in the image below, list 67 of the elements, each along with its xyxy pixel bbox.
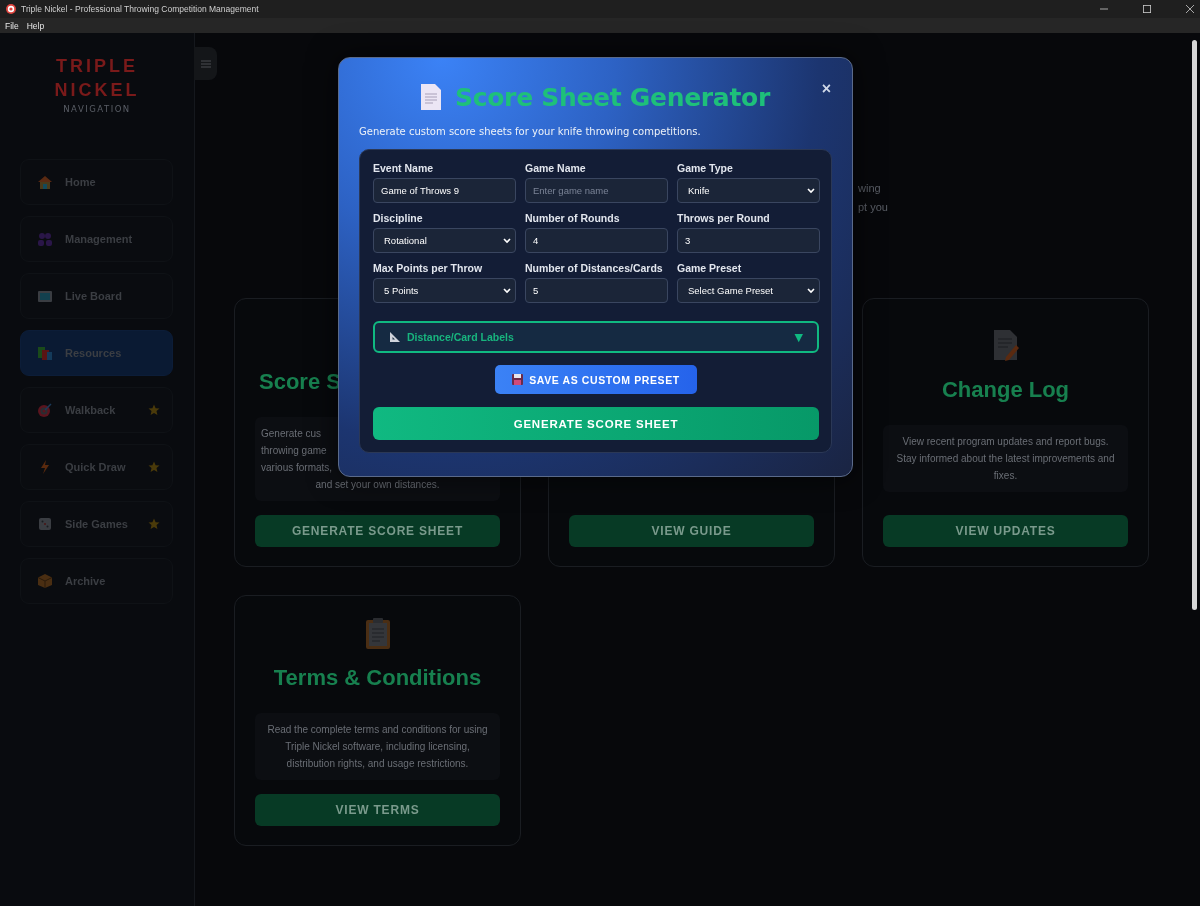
card-description: Read the complete terms and conditions for using Triple Nickel software, including licensing, distribution rights, and usage restrictions. [266,723,489,771]
card-title: Terms & Conditions [273,665,482,691]
menu-icon [200,59,211,68]
people-icon [37,231,53,247]
dropdown-field[interactable]: Select Game Preset [677,278,820,303]
input-field[interactable]: Enter game name [525,178,668,203]
generate-button[interactable]: GENERATE SCORE SHEET [373,407,819,440]
scrollbar-thumb[interactable] [1191,40,1197,610]
intro-text: pt you [858,200,889,215]
field-label: Number of Distances/Cards [525,262,664,275]
field-label: Game Type [677,162,734,175]
dropdown-field[interactable]: Rotational [373,228,516,253]
menu-item[interactable]: File [5,20,19,31]
triangle-ruler-icon [389,331,401,343]
field-label: Event Name [373,162,435,175]
input-field[interactable]: 3 [677,228,820,253]
target-icon [37,402,53,418]
card-description: and set your own distances. [314,477,441,492]
tv-icon [37,288,53,304]
dice-icon [37,516,53,532]
chevron-down-icon [503,237,511,244]
minimize-icon[interactable] [1100,5,1108,13]
expand-arrow: ▼ [794,330,803,344]
dialog-title: Score Sheet Generator [455,82,770,112]
document-icon [421,84,441,110]
card-description: Generate cus [261,426,323,441]
field-label: Throws per Round [677,212,771,225]
save-preset-button[interactable]: SAVE AS CUSTOM PRESET [495,365,697,394]
input-field[interactable]: Game of Throws 9 [373,178,516,203]
field-label: Max Points per Throw [373,262,484,275]
card-description: throwing game [261,443,328,458]
home-icon [37,174,53,190]
menu-item[interactable]: Help [26,20,45,31]
chevron-down-icon [503,287,511,294]
books-icon [37,345,53,361]
field-label: Discipline [373,212,424,225]
collapsible-header[interactable]: Distance/Card Labels ▼ [373,321,819,353]
logo-text: TRIPLE [56,55,138,78]
dialog-subtitle: Generate custom score sheets for your knife throwing competitions. [359,126,702,137]
field-label: Game Name [525,162,587,175]
intro-text: wing [858,181,882,196]
document-pencil-icon [991,329,1020,361]
card-description: View recent program updates and report bugs. Stay informed about the latest improvements and fixes. [895,435,1116,483]
box-icon [37,573,53,589]
card-title: Change Log [941,377,1070,403]
card-button[interactable]: VIEW TERMS [255,794,500,826]
close-button[interactable]: × [819,81,833,97]
card-button[interactable]: VIEW GUIDE [569,515,814,547]
sidebar-subtitle: NAVIGATION [63,104,131,114]
dropdown-field[interactable]: 5 Points [373,278,516,303]
input-field[interactable]: 5 [525,278,668,303]
window-title: Triple Nickel - Professional Throwing Competition Management [21,4,259,14]
field-label: Game Preset [677,262,743,275]
clipboard-icon [364,617,391,649]
card-button[interactable]: GENERATE SCORE SHEET [255,515,500,547]
maximize-icon[interactable] [1143,5,1151,13]
chevron-down-icon [807,187,815,194]
logo-text: NICKEL [54,79,140,102]
sidebar-toggle-button[interactable] [194,47,217,80]
close-icon[interactable] [1186,5,1194,13]
card-button[interactable]: VIEW UPDATES [883,515,1128,547]
chevron-down-icon [807,287,815,294]
field-label: Number of Rounds [525,212,621,225]
card-description: various formats, [261,460,334,475]
input-field[interactable]: 4 [525,228,668,253]
target-icon [6,4,16,14]
dropdown-field[interactable]: Knife [677,178,820,203]
